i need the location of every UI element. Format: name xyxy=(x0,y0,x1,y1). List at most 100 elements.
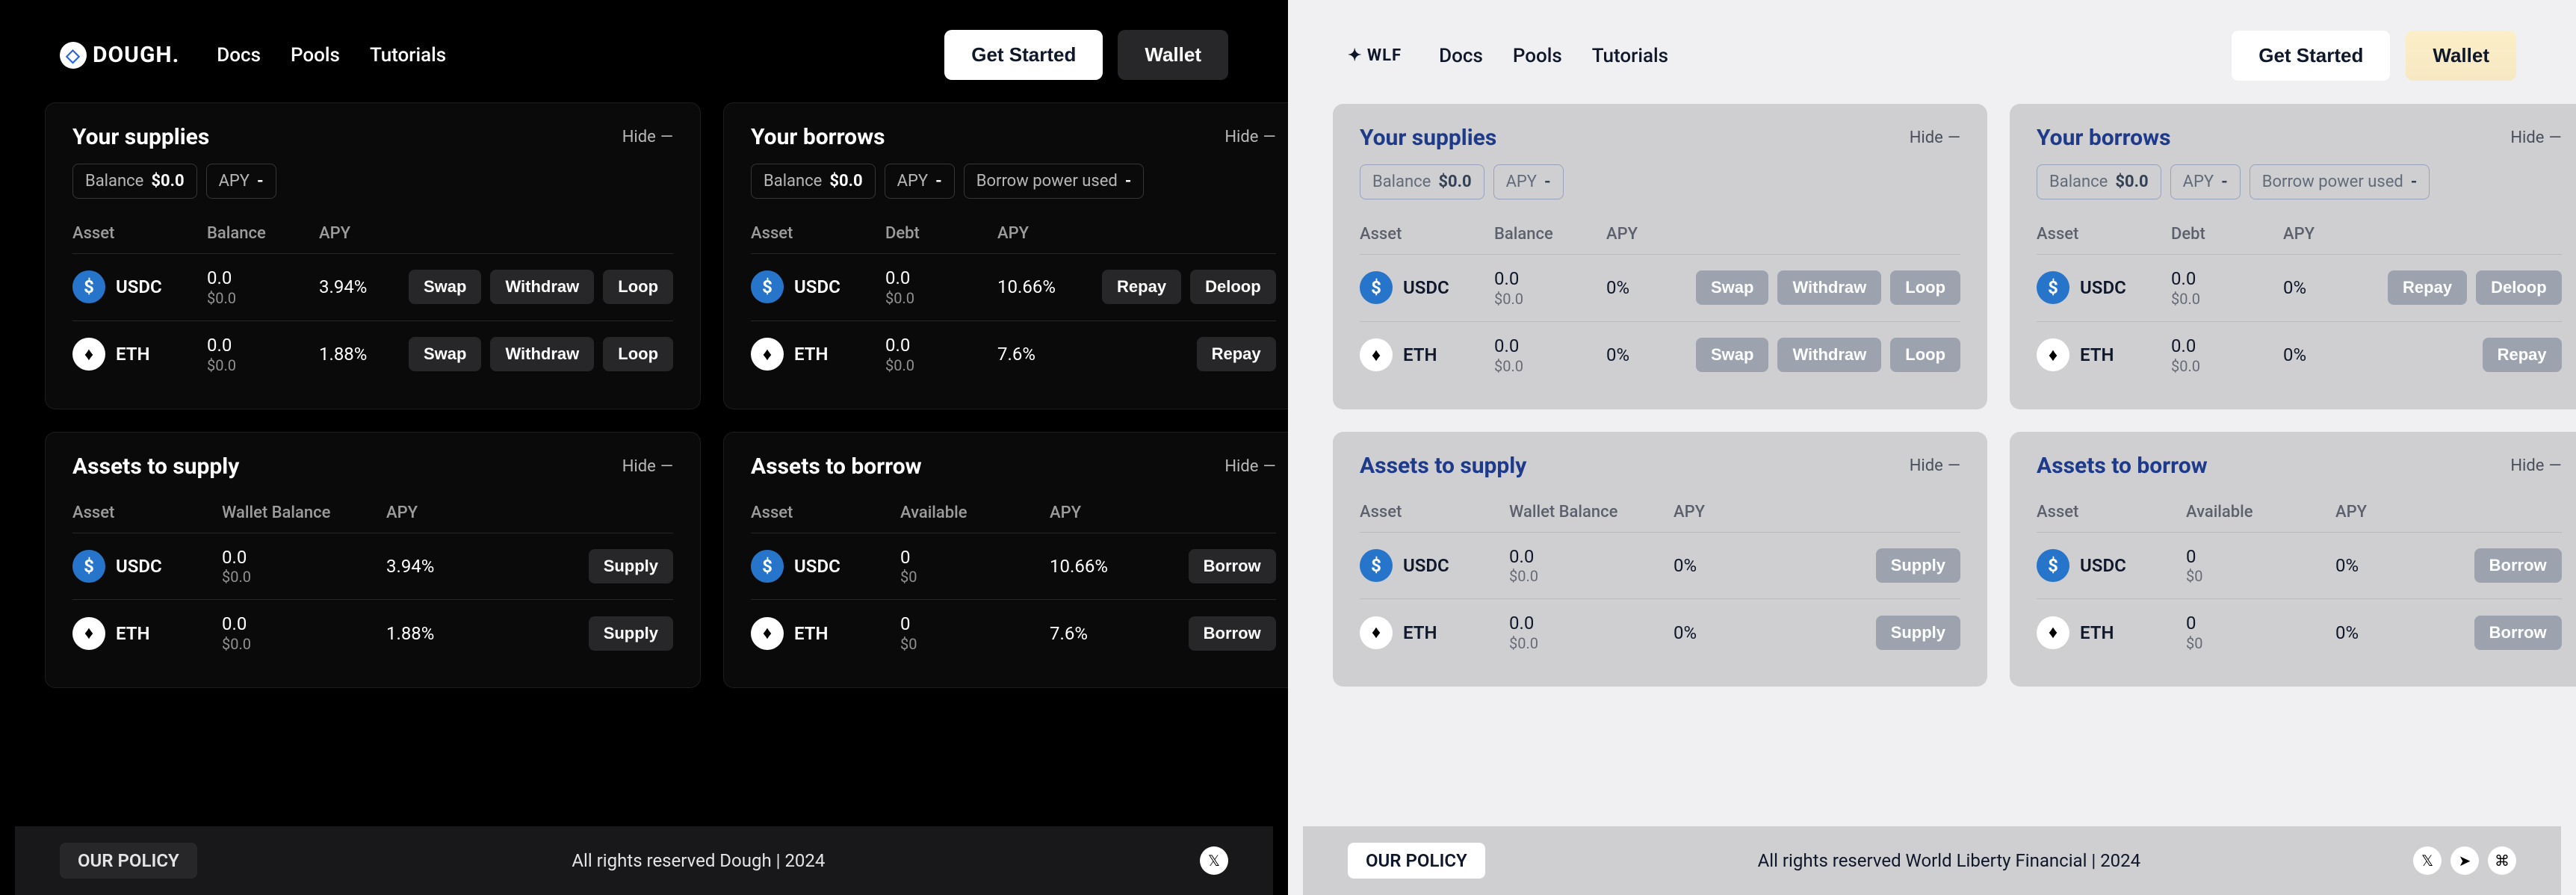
nav-tutorials[interactable]: Tutorials xyxy=(1592,45,1668,67)
logo[interactable]: ◇ DOUGH. xyxy=(60,42,179,69)
borrow-button[interactable]: Borrow xyxy=(1189,616,1276,651)
panel-title: Assets to borrow xyxy=(2037,453,2208,479)
hide-toggle[interactable]: Hide xyxy=(622,128,673,146)
borrow-button[interactable]: Borrow xyxy=(1189,549,1276,583)
logo-text: WLF xyxy=(1348,46,1402,65)
supply-button[interactable]: Supply xyxy=(1876,548,1960,583)
nav-tutorials[interactable]: Tutorials xyxy=(370,44,446,66)
panel-assets-to-supply: Assets to supply Hide Asset Wallet Balan… xyxy=(1333,432,1987,687)
repay-button[interactable]: Repay xyxy=(2483,338,2562,372)
panel-your-borrows: Your borrows Hide Balance$0.0 APY- Borro… xyxy=(2010,104,2576,409)
withdraw-button[interactable]: Withdraw xyxy=(1777,270,1881,305)
th-apy: APY xyxy=(2335,503,2455,521)
withdraw-button[interactable]: Withdraw xyxy=(1777,338,1881,372)
logo-icon: ◇ xyxy=(60,42,87,69)
wallet-button[interactable]: Wallet xyxy=(1118,30,1228,80)
th-apy: APY xyxy=(319,224,409,243)
th-apy: APY xyxy=(386,504,506,522)
th-asset: Asset xyxy=(2037,503,2186,521)
loop-button[interactable]: Loop xyxy=(603,337,673,371)
get-started-button[interactable]: Get Started xyxy=(2231,30,2391,81)
policy-button[interactable]: OUR POLICY xyxy=(60,843,197,879)
hide-toggle[interactable]: Hide xyxy=(1910,456,1960,475)
chip-apy: APY- xyxy=(2170,164,2241,199)
usdc-icon: $ xyxy=(751,550,784,583)
policy-button[interactable]: OUR POLICY xyxy=(1348,843,1485,879)
loop-button[interactable]: Loop xyxy=(1890,338,1960,372)
deloop-button[interactable]: Deloop xyxy=(2476,270,2562,305)
repay-button[interactable]: Repay xyxy=(1102,270,1181,304)
telegram-icon[interactable]: ➤ xyxy=(2450,846,2479,875)
loop-button[interactable]: Loop xyxy=(1890,270,1960,305)
footer: OUR POLICY All rights reserved Dough | 2… xyxy=(15,826,1273,895)
th-apy: APY xyxy=(2283,225,2388,244)
th-wallet-balance: Wallet Balance xyxy=(222,504,386,522)
th-asset: Asset xyxy=(751,224,885,243)
twitter-icon[interactable]: 𝕏 xyxy=(1200,846,1228,875)
wallet-button[interactable]: Wallet xyxy=(2406,31,2516,81)
table-row: ♦ETH 0.0$0.0 7.6% Repay xyxy=(751,320,1276,388)
th-balance: Balance xyxy=(1494,225,1606,244)
table-row: $USDC 0.0$0.0 10.66% Repay Deloop xyxy=(751,253,1276,320)
hide-toggle[interactable]: Hide xyxy=(2510,456,2561,475)
swap-button[interactable]: Swap xyxy=(409,270,481,304)
hide-toggle[interactable]: Hide xyxy=(622,457,673,476)
repay-button[interactable]: Repay xyxy=(2388,270,2467,305)
th-asset: Asset xyxy=(2037,225,2171,244)
footer: OUR POLICY All rights reserved World Lib… xyxy=(1303,826,2561,895)
th-asset: Asset xyxy=(1360,225,1494,244)
table-row: $USDC 0.0$0.0 3.94% Swap Withdraw Loop xyxy=(72,253,673,320)
repay-button[interactable]: Repay xyxy=(1197,337,1276,371)
table-row: ♦ETH 0.0$0.0 1.88% Swap Withdraw Loop xyxy=(72,320,673,388)
deloop-button[interactable]: Deloop xyxy=(1190,270,1276,304)
hide-toggle[interactable]: Hide xyxy=(2510,128,2561,147)
swap-button[interactable]: Swap xyxy=(409,337,481,371)
borrow-button[interactable]: Borrow xyxy=(2474,616,2562,650)
nav-pools[interactable]: Pools xyxy=(1513,45,1562,67)
th-available: Available xyxy=(2186,503,2335,521)
nav-docs[interactable]: Docs xyxy=(1439,45,1483,67)
table-row: ♦ETH 0$0 7.6% Borrow xyxy=(751,599,1276,666)
loop-button[interactable]: Loop xyxy=(603,270,673,304)
withdraw-button[interactable]: Withdraw xyxy=(490,270,594,304)
topbar: ◇ DOUGH. Docs Pools Tutorials Get Starte… xyxy=(15,15,1273,80)
th-asset: Asset xyxy=(72,504,222,522)
usdc-icon: $ xyxy=(1360,271,1393,304)
logo-text: DOUGH. xyxy=(93,42,179,68)
table-row: ♦ETH 0.0$0.0 0% Supply xyxy=(1360,598,1960,666)
chip-borrow-power: Borrow power used- xyxy=(2250,164,2430,199)
hide-toggle[interactable]: Hide xyxy=(1224,457,1275,476)
swap-button[interactable]: Swap xyxy=(1696,338,1768,372)
table-row: ♦ETH 0$0 0% Borrow xyxy=(2037,598,2562,666)
panel-assets-to-borrow: Assets to borrow Hide Asset Available AP… xyxy=(2010,432,2576,687)
supply-button[interactable]: Supply xyxy=(589,616,673,651)
hide-toggle[interactable]: Hide xyxy=(1224,128,1275,146)
eth-icon: ♦ xyxy=(751,617,784,650)
hide-toggle[interactable]: Hide xyxy=(1910,128,1960,147)
th-apy: APY xyxy=(1606,225,1696,244)
chip-apy: APY- xyxy=(206,164,276,199)
twitter-icon[interactable]: 𝕏 xyxy=(2413,846,2442,875)
borrow-button[interactable]: Borrow xyxy=(2474,548,2562,583)
chip-balance: Balance$0.0 xyxy=(751,164,876,199)
nav-pools[interactable]: Pools xyxy=(291,44,340,66)
withdraw-button[interactable]: Withdraw xyxy=(490,337,594,371)
nav-docs[interactable]: Docs xyxy=(217,44,261,66)
th-balance: Balance xyxy=(207,224,319,243)
topbar: WLF Docs Pools Tutorials Get Started Wal… xyxy=(1303,15,2561,81)
swap-button[interactable]: Swap xyxy=(1696,270,1768,305)
discord-icon[interactable]: ⌘ xyxy=(2488,846,2516,875)
panel-title: Assets to supply xyxy=(72,453,239,480)
copyright: All rights reserved Dough | 2024 xyxy=(572,850,825,871)
table-row: $USDC 0$0 0% Borrow xyxy=(2037,532,2562,599)
eth-icon: ♦ xyxy=(72,617,105,650)
logo[interactable]: WLF xyxy=(1348,46,1402,65)
get-started-button[interactable]: Get Started xyxy=(944,30,1103,80)
usdc-icon: $ xyxy=(1360,549,1393,582)
usdc-icon: $ xyxy=(2037,549,2069,582)
supply-button[interactable]: Supply xyxy=(1876,616,1960,650)
table-row: ♦ETH 0.0$0.0 1.88% Supply xyxy=(72,599,673,666)
table-row: $USDC 0.0$0.0 0% Supply xyxy=(1360,532,1960,599)
copyright: All rights reserved World Liberty Financ… xyxy=(1758,850,2141,871)
supply-button[interactable]: Supply xyxy=(589,549,673,583)
